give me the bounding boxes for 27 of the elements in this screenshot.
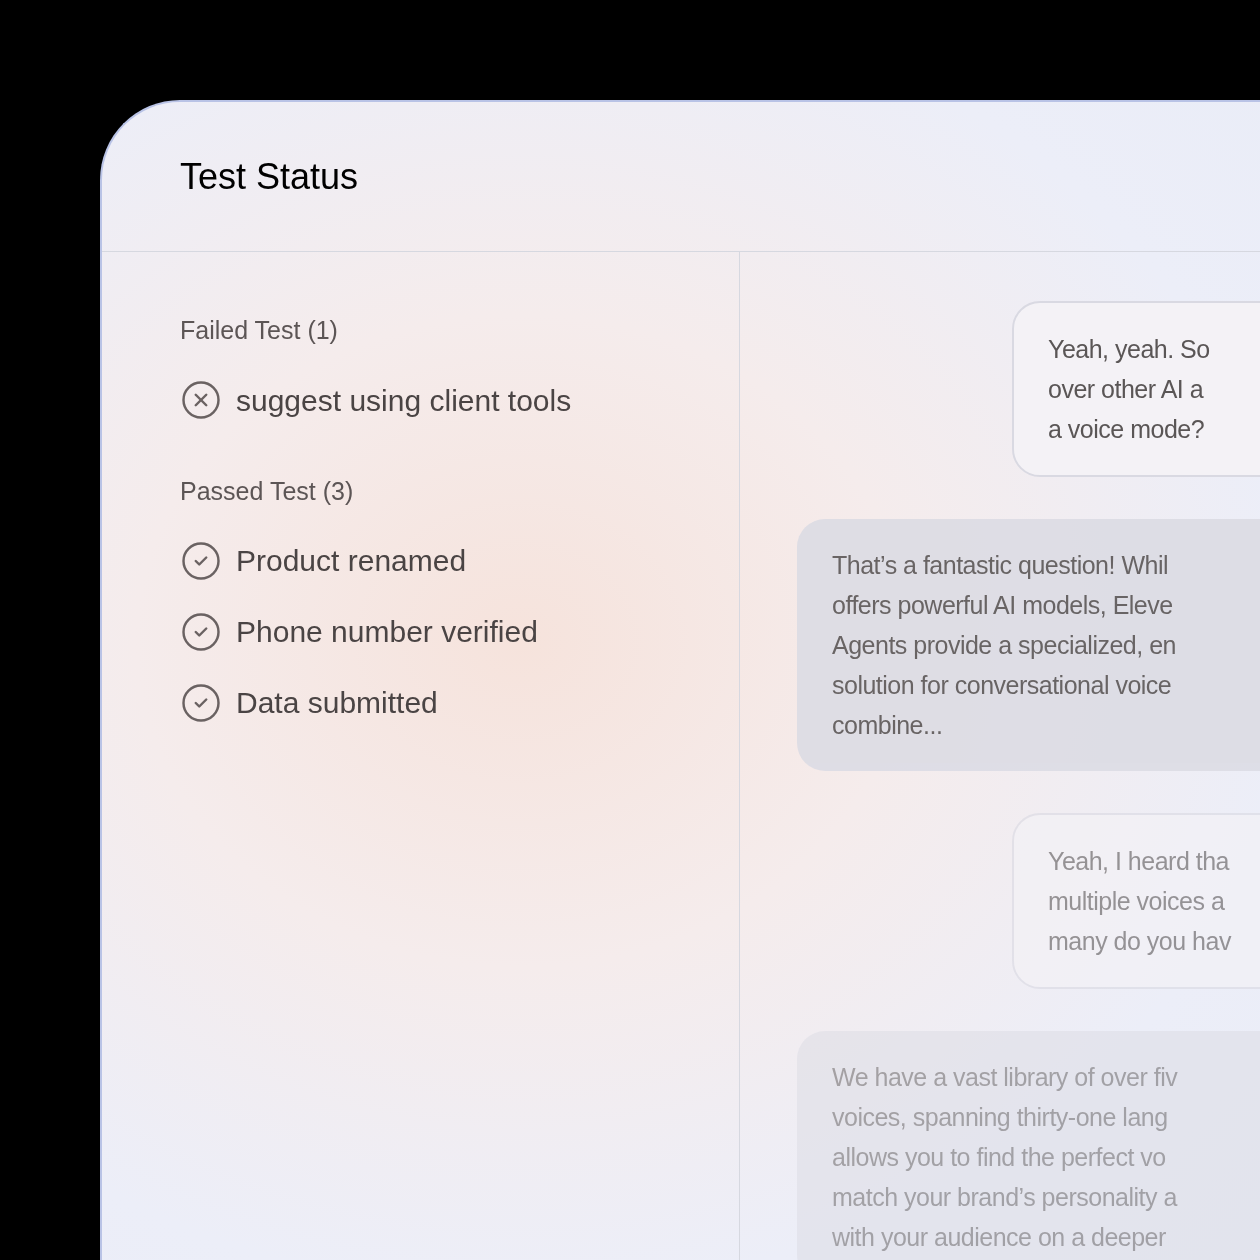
message-line: Agents provide a specialized, en [832, 630, 1177, 661]
message-line: offers powerful AI models, Eleve [832, 590, 1174, 621]
message-line: combine... [832, 710, 944, 741]
message-line: multiple voices a [1048, 886, 1226, 917]
panel-title: Test Status [180, 154, 359, 199]
message-line: allows you to find the perfect vo [832, 1142, 1167, 1173]
section-heading: Failed Test (1) [180, 315, 339, 346]
test-name: Data submitted [236, 685, 438, 721]
message-line: That’s a fantastic question! Whil [832, 550, 1169, 581]
check-circle-icon [180, 610, 222, 653]
message-line: Yeah, yeah. So [1048, 334, 1211, 365]
check-circle-icon [180, 681, 222, 724]
check-circle-icon [180, 539, 222, 582]
test-name: suggest using client tools [236, 382, 572, 419]
message-line: with your audience on a deeper [832, 1222, 1167, 1253]
test-name: Product renamed [236, 543, 467, 579]
message-line: a voice mode? [1048, 414, 1206, 445]
message-line: We have a vast library of over fiv [832, 1062, 1179, 1093]
message-line: many do you hav [1048, 926, 1233, 957]
message-line: voices, spanning thirty-one lang [832, 1102, 1169, 1133]
message-line: over other AI a [1048, 374, 1205, 405]
close-circle-icon [180, 379, 222, 421]
message-line: match your brand’s personality a [832, 1182, 1179, 1213]
message-line: solution for conversational voice [832, 670, 1173, 701]
message-line: Yeah, I heard tha [1048, 846, 1231, 877]
test-name: Phone number verified [236, 614, 538, 650]
section-heading: Passed Test (3) [180, 475, 355, 507]
